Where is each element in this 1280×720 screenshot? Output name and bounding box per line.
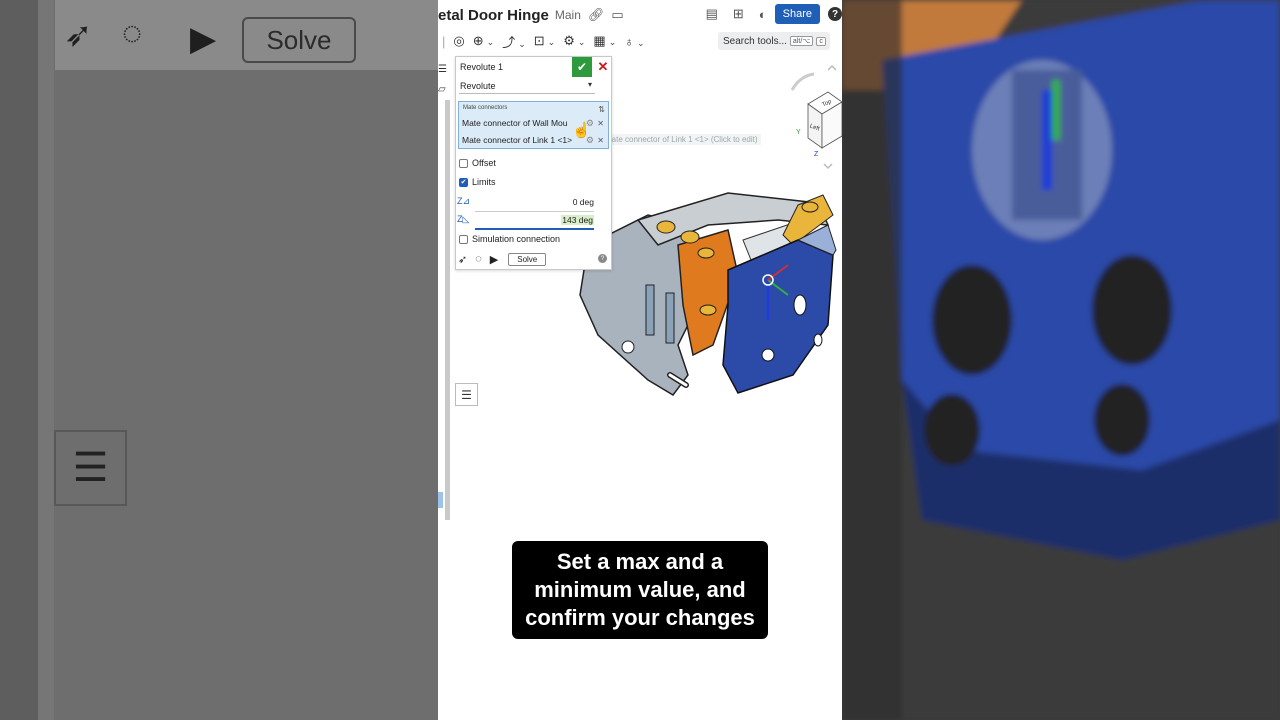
- onshape-app: etal Door Hinge Main 🔗︎ ▭ ▤ ⊞ ◐ Share ? …: [438, 0, 842, 720]
- frame-tool-icon[interactable]: ⊡ ⌄: [534, 33, 555, 49]
- feature-list-rail: ☰ ▱: [438, 56, 454, 520]
- simulation-checkbox[interactable]: [459, 234, 468, 244]
- limits-checkbox[interactable]: ✔: [459, 177, 468, 187]
- chevron-down-icon[interactable]: ⌄: [518, 39, 526, 49]
- rotate-icon[interactable]: ◌: [475, 253, 482, 265]
- backdrop-divider: [38, 0, 54, 720]
- share-button[interactable]: Share: [774, 4, 820, 24]
- help-icon[interactable]: ?: [828, 7, 842, 21]
- play-icon: ▶: [190, 20, 217, 58]
- blurred-backdrop-left: ➶ ◌ ▶ Solve ☰: [0, 0, 438, 720]
- solve-button[interactable]: Solve: [508, 252, 547, 266]
- mate-tool-icon[interactable]: ⤴ ⌄: [502, 32, 526, 51]
- menu-icon[interactable]: ☰: [438, 64, 447, 75]
- backdrop-solve-button: Solve: [242, 17, 356, 63]
- max-limit-underline: [475, 228, 594, 230]
- chevron-down-icon[interactable]: ⌄: [609, 37, 617, 47]
- mate-type-value: Revolute: [460, 80, 496, 91]
- min-limit-underline: [475, 211, 594, 212]
- dialog-title[interactable]: Revolute 1: [460, 62, 503, 72]
- rotate-icon: ◌: [122, 14, 143, 52]
- video-frame: ➶ ◌ ▶ Solve ☰ etal Door Hinge Main 🔗︎ ▭ …: [0, 0, 1280, 720]
- backdrop-strip: [0, 0, 38, 720]
- close-icon[interactable]: ✕: [595, 57, 611, 77]
- remove-connector-icon[interactable]: ✕: [597, 119, 604, 128]
- mate-arrow-icon: ➶: [64, 16, 93, 54]
- appearance-icon[interactable]: ◐: [759, 7, 767, 22]
- revolute-tool-icon[interactable]: ◎: [453, 33, 464, 49]
- dialog-footer: ➶ ◌ ▶ Solve ?: [458, 251, 609, 267]
- offset-option[interactable]: Offset: [459, 158, 496, 168]
- title-actions: ▤ ⊞ ◐ Share ?: [699, 4, 842, 24]
- video-caption: Set a max and a minimum value, and confi…: [512, 541, 768, 639]
- folder-icon[interactable]: ▭: [611, 7, 623, 23]
- chevron-down-icon[interactable]: ⌄: [548, 37, 556, 47]
- caret-down-icon: ▾: [587, 80, 592, 89]
- toolbar-separator: |: [442, 33, 446, 49]
- fasten-tool-icon[interactable]: ⊕ ⌄: [473, 33, 494, 49]
- chevron-down-icon[interactable]: ⌄: [637, 38, 645, 48]
- max-limit-row: Z◺ 143 deg: [457, 214, 594, 230]
- chevron-down-icon[interactable]: ⌄: [578, 37, 586, 47]
- notes-icon[interactable]: ▤: [706, 6, 718, 22]
- mate-arrow-icon[interactable]: ➶: [458, 253, 467, 266]
- min-limit-row: Z⊿ 0 deg: [457, 196, 594, 212]
- mate-type-select[interactable]: Revolute ▾: [459, 78, 595, 94]
- shortcut-key: c: [816, 36, 826, 46]
- replicate-tool-icon[interactable]: ▦ ⌄: [593, 33, 616, 49]
- svg-text:Z: Z: [814, 151, 819, 158]
- offset-label: Offset: [472, 158, 496, 168]
- mate-connector-item[interactable]: Mate connector of Wall Mou: [462, 118, 587, 128]
- blurred-backdrop-right: [842, 0, 1280, 720]
- mate-connector-item[interactable]: Mate connector of Link 1 <1>: [462, 135, 587, 145]
- hinge-model[interactable]: [578, 185, 838, 400]
- mate-connectors-label: Mate connectors: [463, 105, 508, 111]
- caption-area: Set a max and a minimum value, and confi…: [438, 520, 842, 720]
- rail-scrollbar[interactable]: [445, 100, 450, 520]
- flip-order-icon[interactable]: ⇅: [598, 105, 605, 114]
- blurred-hinge-image: [842, 0, 1280, 720]
- check-icon[interactable]: ✔: [572, 57, 592, 77]
- chevron-down-icon[interactable]: ⌄: [487, 37, 495, 47]
- assembly-toolbar: | ◎ ⊕ ⌄ ⤴ ⌄ ⊡ ⌄ ⚙ ⌄ ▦ ⌄ ♁ ⌄ Search tools... al…: [438, 30, 842, 52]
- hand-cursor-icon: ☝: [572, 122, 591, 139]
- play-icon[interactable]: ▶: [490, 253, 498, 266]
- graphics-viewport[interactable]: etal Door Hinge Main 🔗︎ ▭ ▤ ⊞ ◐ Share ? …: [438, 0, 842, 520]
- max-limit-input[interactable]: 143 deg: [561, 215, 594, 225]
- rail-highlight: [438, 492, 443, 508]
- instances-icon[interactable]: ▱: [438, 84, 446, 95]
- view-cube[interactable]: Top Left Y Z: [788, 64, 842, 170]
- limits-option[interactable]: ✔ Limits: [459, 177, 496, 187]
- search-tools-label: Search tools...: [723, 35, 787, 47]
- offset-checkbox[interactable]: [459, 158, 468, 168]
- search-tools-input[interactable]: Search tools... alt/⌥ c: [718, 32, 830, 50]
- min-angle-icon: Z⊿: [457, 196, 471, 206]
- max-angle-icon: Z◺: [457, 214, 470, 224]
- link-icon[interactable]: 🔗︎: [588, 7, 605, 23]
- document-title[interactable]: etal Door Hinge: [438, 7, 549, 24]
- shortcut-modifier: alt/⌥: [789, 36, 814, 46]
- remove-connector-icon[interactable]: ✕: [597, 136, 604, 145]
- help-icon[interactable]: ?: [598, 254, 607, 263]
- simulation-tool-icon[interactable]: ♁ ⌄: [624, 34, 644, 49]
- min-limit-input[interactable]: 0 deg: [573, 197, 594, 207]
- revolute-mate-dialog: Revolute 1 ✔ ✕ Revolute ▾ Mate connector…: [455, 56, 612, 270]
- relation-tool-icon[interactable]: ⚙ ⌄: [563, 33, 585, 49]
- apps-icon[interactable]: ⊞: [733, 6, 744, 22]
- title-bar: etal Door Hinge Main 🔗︎ ▭ ▤ ⊞ ◐ Share ?: [438, 0, 842, 30]
- mate-connector-tooltip: Mate connector of Link 1 <1> (Click to e…: [602, 134, 761, 145]
- branch-label[interactable]: Main: [555, 8, 581, 22]
- simulation-label: Simulation connection: [472, 234, 561, 244]
- svg-text:Y: Y: [796, 129, 801, 136]
- list-icon[interactable]: ☰: [455, 383, 478, 406]
- limits-label: Limits: [472, 177, 496, 187]
- simulation-option[interactable]: Simulation connection: [459, 234, 560, 244]
- list-icon: ☰: [54, 430, 127, 506]
